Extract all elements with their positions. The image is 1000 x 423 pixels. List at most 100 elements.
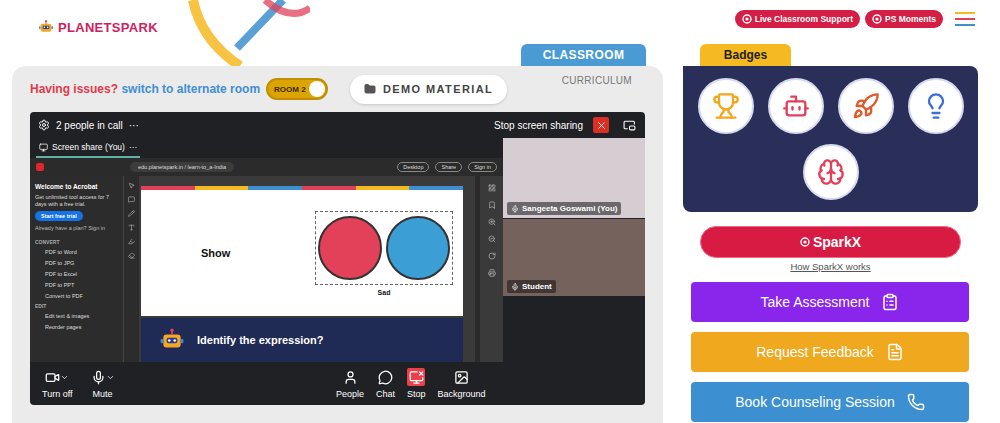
side-column: Badges SparkX How SparkX works Take Assessm… [683,44,978,423]
sidebar-item[interactable]: PDF to Word [35,247,118,258]
action-button[interactable]: Take Assessment [691,282,969,322]
classroom-column: CLASSROOM Having issues? switch to altern… [12,44,663,423]
rail-icon[interactable] [488,201,496,209]
sidebar-title: Welcome to Acrobat [35,182,118,191]
alternate-room-link[interactable]: switch to alternate room [118,82,260,96]
feedback-icon [886,343,904,361]
badge[interactable] [698,78,754,134]
mic-icon [91,370,106,385]
sidebar-item[interactable]: PDF to PPT [35,280,118,291]
logo[interactable]: PLANETSPARK [38,0,158,40]
camera-control[interactable]: Turn off [42,368,73,399]
room-row: Having issues? switch to alternate room R… [30,73,645,105]
control-label: Stop [407,389,426,399]
chat-control[interactable]: Chat [376,368,395,399]
screen-share-tab[interactable]: Screen share (You)··· [36,138,140,158]
call-window: 2 people in call ··· Stop screen sharing Sc… [30,112,645,405]
classroom-tab[interactable]: CLASSROOM [521,44,646,66]
stop-sharing-text: Stop screen sharing [494,120,583,131]
demo-material-button[interactable]: DEMO MATERIAL [350,75,507,104]
media-controls: Turn off Mute [42,368,336,399]
badge[interactable] [908,78,964,134]
toggle-knob [309,81,325,97]
sidebar-heading: CONVERT [35,238,118,247]
stop-sharing-button[interactable] [593,117,609,133]
tool-icon[interactable] [128,252,135,259]
sidebar-item[interactable]: Edit text & images [35,311,118,322]
badge[interactable] [768,78,824,134]
logo-robot-icon [38,19,54,35]
sidebar-item[interactable]: PDF to Excel [35,269,118,280]
rail-icon[interactable] [488,269,496,277]
sidebar-heading: EDIT [35,302,118,311]
header: PLANETSPARK Live Classroom Support PS Mome… [0,0,1000,44]
control-label: Chat [376,389,395,399]
rail-icon[interactable] [488,184,496,192]
sidebar-item[interactable]: Reorder pages [35,322,118,333]
chevron-down-icon[interactable] [60,373,69,382]
browser-button[interactable]: Sign in [468,162,497,172]
browser-button[interactable]: Share [435,162,462,172]
camera-icon-box [45,368,69,386]
tool-icon[interactable] [128,196,135,203]
chevron-down-icon[interactable] [106,373,115,382]
more-button[interactable]: ··· [129,120,139,131]
browser-button[interactable]: Desktop [397,162,429,172]
brain-icon [817,158,845,186]
hamburger-menu-icon[interactable] [954,9,976,29]
robot-icon [159,327,185,353]
stop-control[interactable]: Stop [407,368,426,399]
background-icon [454,370,469,385]
tool-icon[interactable] [128,210,135,217]
gear-icon[interactable] [38,119,50,131]
tool-icon[interactable] [128,224,135,231]
logo-text: PLANETSPARK [58,20,158,35]
pill-dot-icon [872,14,882,24]
rail-icon[interactable] [488,218,496,226]
popout-button[interactable] [621,117,637,133]
participant-tiles: Sangeeta Goswami (You)Student [503,138,645,362]
header-pill-button[interactable]: PS Moments [865,10,943,28]
rail-icon[interactable] [488,252,496,260]
badges-tab-row: Badges [683,44,978,66]
action-button[interactable]: Book Counseling Session [691,382,969,422]
people-control[interactable]: People [336,368,364,399]
room-toggle[interactable]: ROOM 2 [266,78,328,100]
more-button[interactable]: ··· [129,142,138,152]
address-bar[interactable]: edu.planetspark.in / learn-to_a-India [130,162,234,172]
curriculum-tab[interactable]: CURRICULUM [562,75,645,86]
sidebar-item[interactable]: Convert to PDF [35,291,118,302]
action-button[interactable]: Request Feedback [691,332,969,372]
badges-tab: Badges [700,44,791,66]
header-pill-button[interactable]: Live Classroom Support [735,10,860,28]
call-toolbar: Turn off Mute People Chat Stop Background [30,362,645,405]
control-label: Turn off [42,389,73,399]
mic-control[interactable]: Mute [91,368,115,399]
badge[interactable] [803,144,859,200]
selection-box [315,211,453,285]
classroom-panel: Having issues? switch to alternate room R… [12,66,663,423]
share-column: Screen share (You)··· edu.planetspark.in … [30,138,503,362]
call-controls: People Chat Stop Background [336,368,486,399]
trial-button[interactable]: Start free trial [35,211,83,221]
folder-icon [364,83,376,95]
tool-icon[interactable] [128,238,135,245]
rocket-icon [852,92,880,120]
badge[interactable] [838,78,894,134]
assessment-icon [881,293,899,311]
participant-tile[interactable]: Sangeeta Goswami (You) [503,138,645,218]
sidebar-item[interactable]: PDF to JPG [35,258,118,269]
sparkx-button[interactable]: SparkX [700,226,961,258]
sign-in-link[interactable]: Already have a plan? Sign in [35,224,118,232]
tool-icon[interactable] [128,182,135,189]
mic-icon-box [91,368,115,386]
issue-text: Having issues? [30,82,118,96]
page: PLANETSPARK Live Classroom Support PS Mome… [0,0,1000,423]
sparkx-row: SparkX [683,226,978,258]
background-control[interactable]: Background [438,368,486,399]
people-count: 2 people in call [56,120,123,131]
rail-icon[interactable] [488,235,496,243]
sparkx-link[interactable]: How SparkX works [790,261,870,272]
participant-tile[interactable]: Student [503,219,645,296]
stop-icon-box [407,368,425,386]
